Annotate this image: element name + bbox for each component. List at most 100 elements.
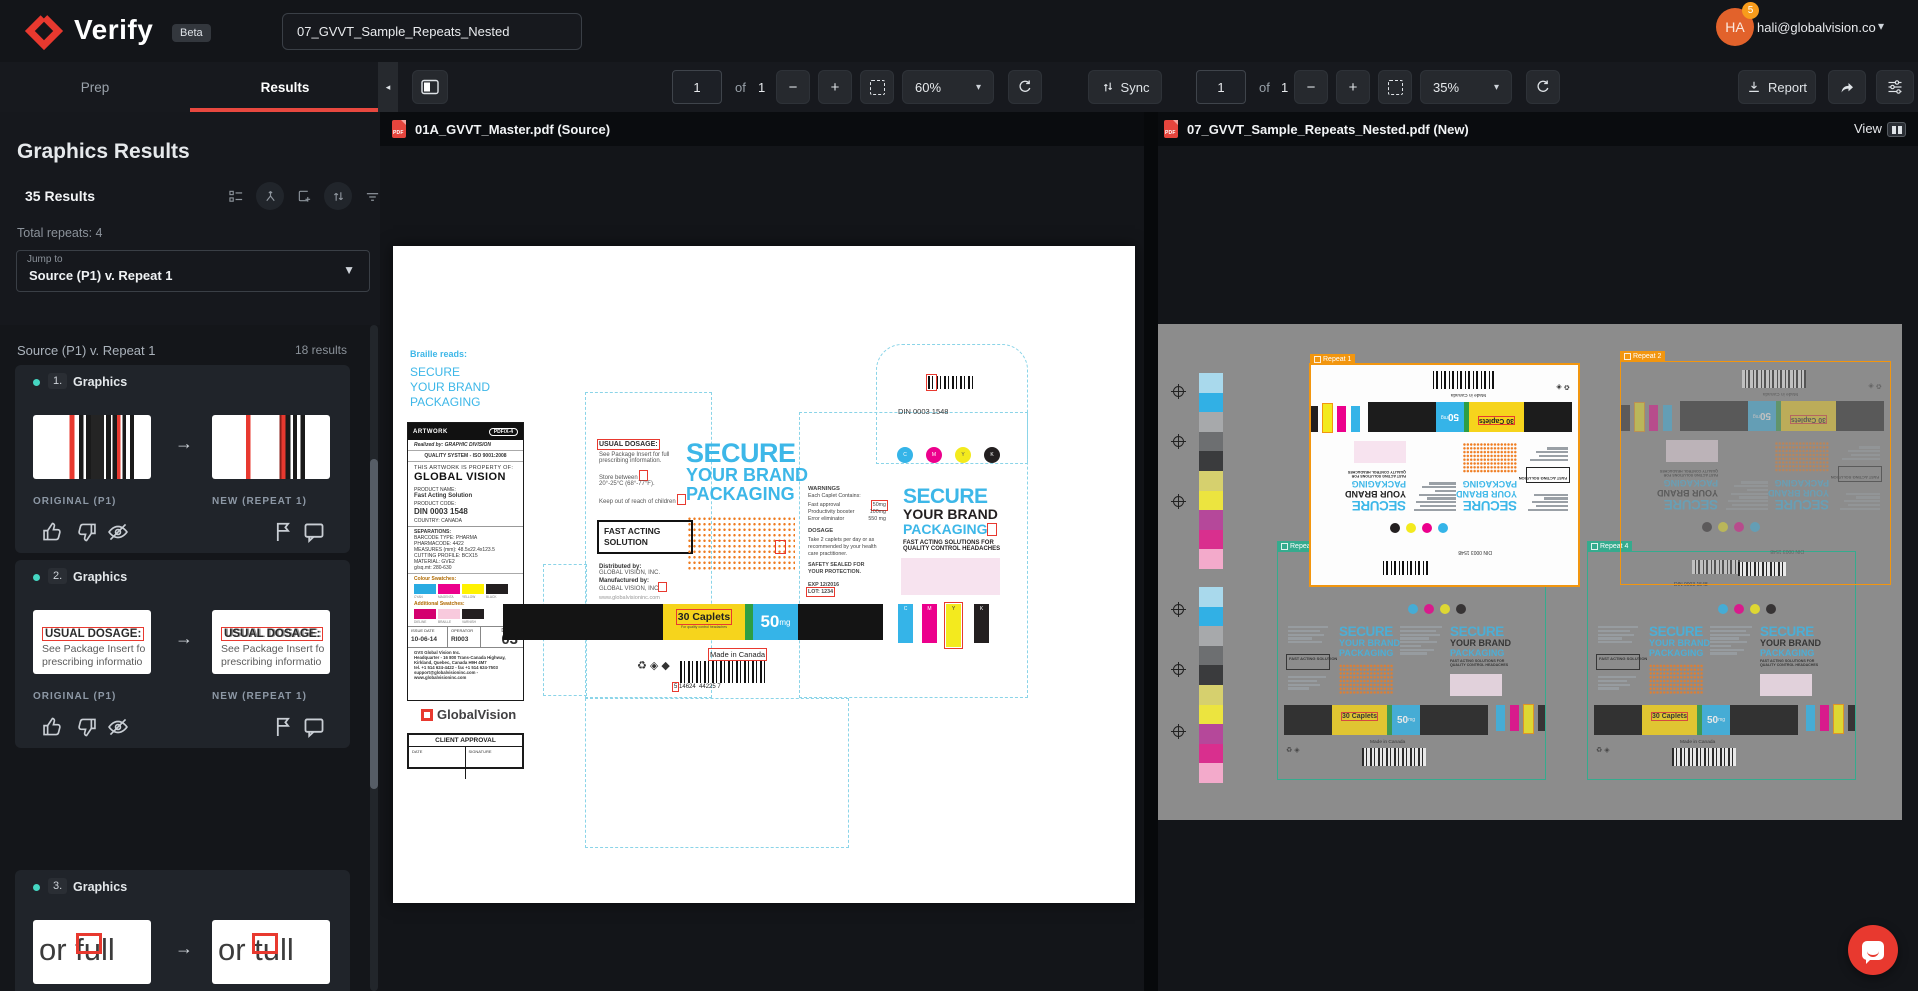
new-thumbnail[interactable] <box>212 415 330 479</box>
cmyk-dot-m <box>1424 604 1434 614</box>
cmyk-dot-c <box>1750 522 1760 532</box>
mini-black-bar <box>1284 705 1332 735</box>
new-doc-title: 07_GVVT_Sample_Repeats_Nested.pdf (New) <box>1187 122 1469 137</box>
flag-icon[interactable] <box>273 521 295 543</box>
share-button[interactable] <box>1828 70 1866 104</box>
mini-caplets-box: 30 Caplets <box>1781 401 1836 431</box>
tab-prep[interactable]: Prep <box>0 62 190 112</box>
arrow-icon: → <box>175 433 193 454</box>
sort-results-icon[interactable] <box>324 182 352 210</box>
hide-result-icon[interactable] <box>107 716 129 738</box>
results-list: Source (P1) v. Repeat 1 18 results 1. Gr… <box>0 325 380 991</box>
cmyk-dot-y <box>1750 604 1760 614</box>
panel-divider[interactable] <box>1144 112 1158 991</box>
press-sheet[interactable]: Repeat 3 DIN 0003 1548 FAST ACTING SOLUT… <box>1158 324 1902 820</box>
filter-results-icon[interactable] <box>358 182 386 210</box>
repeat-2-region[interactable]: Repeat 2 DIN 0003 1548 FAST ACTING SOLUT… <box>1620 361 1891 585</box>
new-zoom-in-button[interactable]: + <box>1336 70 1370 104</box>
result-card-3[interactable]: 3. Graphics or full → or tull ORIGINAL (… <box>15 870 350 991</box>
cmyk-dot-m <box>1734 604 1744 614</box>
mini-black-bar-2 <box>1420 705 1488 735</box>
group-results-icon[interactable] <box>222 182 250 210</box>
mini-mg-box: 50mg <box>1436 402 1464 432</box>
view-label: View <box>1854 121 1882 136</box>
thumbs-down-icon[interactable] <box>75 716 97 738</box>
hide-result-icon[interactable] <box>107 521 129 543</box>
source-zoom-out-button[interactable]: − <box>776 70 810 104</box>
registration-mark <box>1171 724 1186 739</box>
source-zoom-select[interactable]: 60%▾ <box>902 70 994 104</box>
jump-to-select[interactable]: Jump to Source (P1) v. Repeat 1 ▼ <box>16 250 370 292</box>
result-card-1[interactable]: 1. Graphics → ORIGINAL (P1) NEW (REPEAT … <box>15 365 350 553</box>
mini-bar-y-highlighted <box>1635 403 1644 431</box>
repeat-4-region[interactable]: Repeat 4 DIN 0003 1548 FAST ACTING SOLUT… <box>1587 551 1856 780</box>
mini-barcode <box>1380 561 1428 575</box>
mini-bar-c <box>1806 705 1815 731</box>
mini-black-bar-2 <box>1368 402 1436 432</box>
chevron-down-icon[interactable]: ▾ <box>1878 19 1884 33</box>
sync-button[interactable]: Sync <box>1088 70 1162 104</box>
mini-mg-box: 50mg <box>1702 705 1730 735</box>
sidebar-collapse-handle[interactable]: ◂ <box>378 62 398 112</box>
new-thumbnail[interactable]: or tull <box>212 920 330 984</box>
original-thumbnail[interactable]: USUAL DOSAGE: See Package Insert fo pres… <box>33 610 151 674</box>
original-thumbnail[interactable] <box>33 415 151 479</box>
swatch <box>462 609 484 619</box>
cmyk-dot-y <box>1718 522 1728 532</box>
panel-layout-button[interactable] <box>412 70 448 104</box>
mini-fast-acting-box: FAST ACTING SOLUTION <box>1286 654 1330 670</box>
artwork-info-panel: ARTWORKPDF/X-4 Realized by: GRAPHIC DIVI… <box>407 422 524 701</box>
source-page-input[interactable] <box>672 70 722 104</box>
report-button[interactable]: Report <box>1738 70 1816 104</box>
tab-results[interactable]: Results <box>190 62 380 112</box>
source-fit-region-button[interactable] <box>860 70 894 104</box>
mini-black-bar-2 <box>1730 705 1798 735</box>
flag-icon[interactable] <box>273 716 295 738</box>
source-zoom-in-button[interactable]: + <box>818 70 852 104</box>
comment-icon[interactable] <box>303 521 325 543</box>
black-bar-2 <box>798 604 883 640</box>
user-email[interactable]: hali@globalvision.co <box>1757 20 1876 35</box>
new-viewer[interactable]: Repeat 3 DIN 0003 1548 FAST ACTING SOLUT… <box>1158 146 1918 991</box>
mini-fast-acting-box: FAST ACTING SOLUTION <box>1596 654 1640 670</box>
filename-input[interactable] <box>282 13 582 50</box>
new-page-total: 1 <box>1281 80 1288 95</box>
source-page[interactable]: Braille reads: SECUREYOUR BRANDPACKAGING… <box>393 246 1135 903</box>
view-toggle-icon[interactable] <box>1887 122 1906 137</box>
mini-warnings-block <box>1414 481 1456 511</box>
beta-badge: Beta <box>172 24 211 42</box>
mini-braille-dots <box>1463 443 1517 473</box>
thumbs-down-icon[interactable] <box>75 521 97 543</box>
right-brand-logo: SECURE YOUR BRAND PACKAGING FAST ACTING … <box>903 486 1000 552</box>
original-thumbnail[interactable]: or full <box>33 920 151 984</box>
mini-text-block <box>1288 626 1328 645</box>
source-viewer[interactable]: Braille reads: SECUREYOUR BRANDPACKAGING… <box>380 146 1144 991</box>
thumbs-up-icon[interactable] <box>42 716 64 738</box>
merge-results-icon[interactable] <box>256 182 284 210</box>
result-card-2[interactable]: 2. Graphics USUAL DOSAGE: See Package In… <box>15 560 350 748</box>
cmyk-dot-k <box>1456 604 1466 614</box>
new-page-input[interactable] <box>1196 70 1246 104</box>
new-rotate-button[interactable] <box>1526 70 1560 104</box>
registration-mark <box>1171 602 1186 617</box>
source-page-of-label: of <box>735 80 746 95</box>
new-zoom-out-button[interactable]: − <box>1294 70 1328 104</box>
comment-icon[interactable] <box>303 716 325 738</box>
result-number: 1. <box>48 373 67 389</box>
thumbs-up-icon[interactable] <box>42 521 64 543</box>
repeat-1-region-selected[interactable]: Repeat 1 DIN 0003 1548 FAST ACTING SOLUT… <box>1309 363 1580 587</box>
result-type: Graphics <box>73 375 127 389</box>
new-thumbnail[interactable]: USUAL DOSAGE: See Package Insert fo pres… <box>212 610 330 674</box>
mini-text-block <box>1840 491 1880 510</box>
add-region-icon[interactable] <box>290 182 318 210</box>
mini-upc-barcode <box>1362 748 1426 766</box>
new-zoom-select[interactable]: 35%▾ <box>1420 70 1512 104</box>
chat-launcher-button[interactable] <box>1848 925 1898 975</box>
new-fit-region-button[interactable] <box>1378 70 1412 104</box>
settings-sliders-button[interactable] <box>1876 70 1914 104</box>
mini-recycle-icons: ♻◈ <box>1554 383 1570 391</box>
source-rotate-button[interactable] <box>1008 70 1042 104</box>
swatch <box>414 609 436 619</box>
sidebar-scrollbar-thumb[interactable] <box>370 459 378 789</box>
mini-upc-barcode <box>1430 371 1494 389</box>
